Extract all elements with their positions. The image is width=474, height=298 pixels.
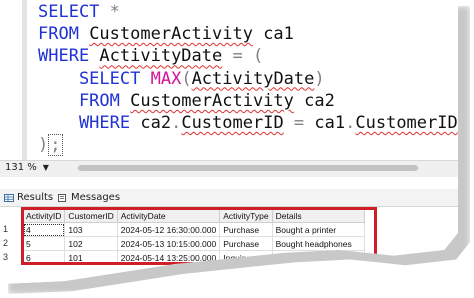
- row-number: 1: [3, 224, 9, 234]
- code-token: ca1: [314, 112, 346, 133]
- stage: SELECT * FROM CustomerActivity ca1 WHERE A…: [0, 0, 474, 298]
- sql-editor[interactable]: SELECT * FROM CustomerActivity ca1 WHERE A…: [0, 0, 458, 160]
- code-token: ca2: [140, 112, 172, 133]
- tab-results[interactable]: Results: [4, 189, 53, 206]
- code-line[interactable]: SELECT MAX(ActivityDate): [38, 68, 458, 90]
- grid-icon: [4, 193, 14, 202]
- code-line[interactable]: FROM CustomerActivity ca1: [38, 23, 458, 45]
- code-token: CustomerActivity: [89, 24, 253, 45]
- zoom-level-dropdown[interactable]: 131 % ▼: [2, 161, 52, 175]
- scrollbar-thumb[interactable]: [78, 165, 418, 171]
- editor-gutter: [0, 0, 34, 160]
- code-token: CustomerActivity: [130, 90, 294, 111]
- code-token: SELECT: [38, 2, 110, 22]
- code-token: MAX: [150, 68, 182, 89]
- tab-results-label: Results: [17, 192, 54, 203]
- change-tracking-bar: [22, 0, 27, 160]
- code-line[interactable]: WHERE ca2.CustomerID = ca1.CustomerID: [38, 112, 458, 134]
- zoom-level-value: 131 %: [5, 162, 37, 173]
- code-token: ;: [48, 134, 63, 157]
- code-token: .: [345, 112, 356, 133]
- code-token: FROM: [38, 90, 131, 111]
- code-line[interactable]: SELECT *: [38, 1, 458, 23]
- code-token: WHERE: [38, 112, 141, 133]
- code-token: =: [283, 112, 315, 133]
- torn-screenshot: SELECT * FROM CustomerActivity ca1 WHERE A…: [0, 0, 458, 284]
- code-token: *: [109, 2, 120, 22]
- chevron-down-icon: ▼: [42, 163, 49, 172]
- row-number: 2: [3, 238, 9, 248]
- code-token: (: [181, 68, 192, 89]
- results-tabs: Results Messages: [0, 189, 458, 207]
- row-number: 3: [3, 252, 9, 262]
- code-token: SELECT: [38, 68, 151, 89]
- code-token: CustomerID: [181, 112, 284, 133]
- code-token: .: [171, 112, 182, 133]
- code-token: WHERE: [38, 46, 100, 67]
- code-token: ca2: [293, 90, 335, 111]
- code-token: ActivityDate: [191, 68, 315, 89]
- code-token: ): [38, 135, 49, 156]
- code-line[interactable]: );: [38, 134, 458, 157]
- sql-code[interactable]: SELECT * FROM CustomerActivity ca1 WHERE A…: [38, 1, 458, 157]
- messages-icon: [58, 193, 66, 202]
- code-line[interactable]: WHERE ActivityDate = (: [38, 45, 458, 67]
- code-token: CustomerID: [355, 112, 458, 133]
- code-token: FROM: [38, 24, 90, 45]
- code-token: ca1: [252, 24, 294, 45]
- tab-messages[interactable]: Messages: [58, 189, 120, 206]
- code-token: ): [314, 68, 325, 89]
- tab-messages-label: Messages: [71, 192, 121, 203]
- code-token: = (: [222, 46, 264, 67]
- code-line[interactable]: FROM CustomerActivity ca2: [38, 90, 458, 112]
- code-token: ActivityDate: [99, 46, 223, 67]
